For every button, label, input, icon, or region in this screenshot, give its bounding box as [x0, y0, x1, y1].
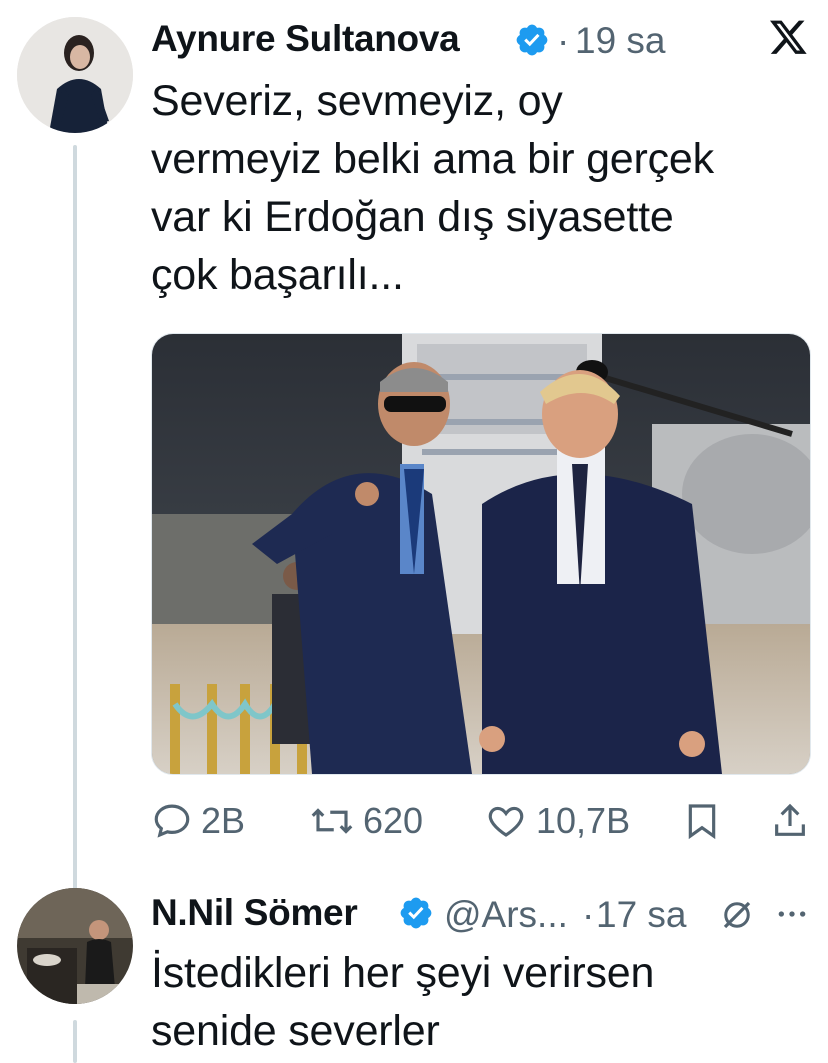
- bookmark-button[interactable]: [682, 800, 722, 842]
- reply-icon: [154, 804, 190, 838]
- thread-line-bottom: [73, 1020, 77, 1063]
- reply-button[interactable]: 2B: [151, 800, 245, 842]
- tweet-text-line: senide severler: [151, 1007, 440, 1055]
- bookmark-icon: [688, 804, 716, 840]
- retweet-count: 620: [363, 800, 424, 841]
- tweet-time[interactable]: 17 sa: [596, 894, 687, 936]
- author-name[interactable]: Aynure Sultanova: [151, 18, 460, 60]
- reply-author-avatar[interactable]: [17, 888, 133, 1004]
- reply-author-name[interactable]: N.Nil Sömer: [151, 892, 358, 934]
- like-button[interactable]: 10,7B: [484, 800, 630, 842]
- reply-text: İstedikleri her şeyi verirsen senide sev…: [151, 944, 821, 1060]
- tweet-text: Severiz, sevmeyiz, oy vermeyiz belki ama…: [151, 72, 821, 304]
- tweet-text-line: Severiz, sevmeyiz, oy: [151, 77, 563, 125]
- tweet-text-line: çok başarılı...: [151, 251, 404, 299]
- verified-badge-icon: [398, 895, 434, 936]
- reply-author-handle[interactable]: @Ars...: [444, 894, 568, 936]
- reply-count: 2B: [201, 800, 246, 841]
- more-icon[interactable]: [776, 900, 808, 933]
- avatar-photo: [17, 888, 133, 1004]
- thread-line: [73, 145, 77, 915]
- tweet-separator: ·: [582, 894, 595, 935]
- tweet-text-line: İstedikleri her şeyi verirsen: [151, 949, 655, 997]
- share-icon: [775, 803, 805, 836]
- like-icon: [488, 806, 524, 837]
- verified-badge-icon: [514, 22, 550, 63]
- grok-icon[interactable]: [718, 897, 756, 938]
- tweet-time[interactable]: 19 sa: [575, 20, 666, 62]
- avatar-photo: [17, 17, 133, 133]
- retweet-icon: [311, 808, 353, 834]
- tweet-separator: ·: [557, 20, 570, 61]
- tweet-text-line: var ki Erdoğan dış siyasette: [151, 193, 674, 241]
- photo-illustration: [152, 334, 810, 774]
- retweet-button[interactable]: 620: [309, 800, 423, 842]
- tweet-media-photo[interactable]: [151, 333, 811, 775]
- tweet-text-line: vermeyiz belki ama bir gerçek: [151, 135, 714, 183]
- x-logo-icon: [770, 20, 808, 61]
- share-button[interactable]: [770, 800, 810, 842]
- author-avatar[interactable]: [17, 17, 133, 133]
- like-count: 10,7B: [536, 800, 631, 841]
